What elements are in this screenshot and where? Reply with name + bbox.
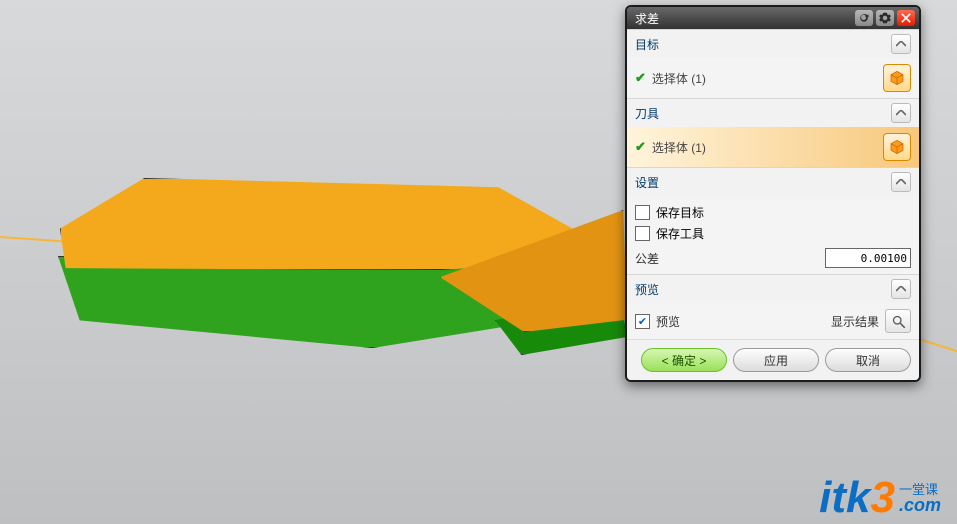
solid-face-orange-side bbox=[440, 210, 627, 332]
dialog-titlebar[interactable]: 求差 bbox=[627, 7, 919, 29]
cancel-button[interactable]: 取消 bbox=[825, 348, 911, 372]
show-result-label: 显示结果 bbox=[831, 313, 879, 330]
keep-target-row[interactable]: 保存目标 bbox=[635, 202, 911, 223]
dialog-button-row: < 确定 > 应用 取消 bbox=[627, 339, 919, 380]
solid-body-icon-button[interactable] bbox=[883, 64, 911, 92]
chevron-up-icon[interactable] bbox=[891, 34, 911, 54]
section-target: 目标 ✔ 选择体 (1) bbox=[627, 29, 919, 98]
subtract-dialog: 求差 目标 ✔ 选择体 (1) bbox=[625, 5, 921, 382]
magnifier-icon bbox=[891, 314, 906, 329]
section-preview-label: 预览 bbox=[635, 281, 891, 298]
watermark: itk3 一堂课 .com bbox=[819, 478, 941, 518]
section-preview-body: ✔ 预览 显示结果 bbox=[627, 303, 919, 339]
watermark-domain: .com bbox=[899, 496, 941, 514]
section-settings-header[interactable]: 设置 bbox=[627, 168, 919, 196]
chevron-up-icon[interactable] bbox=[891, 279, 911, 299]
ok-button[interactable]: < 确定 > bbox=[641, 348, 727, 372]
chevron-up-icon[interactable] bbox=[891, 172, 911, 192]
check-icon: ✔ bbox=[635, 70, 646, 86]
section-tool: 刀具 ✔ 选择体 (1) bbox=[627, 98, 919, 167]
solid-face-green-front bbox=[58, 256, 600, 348]
tolerance-row: 公差 bbox=[635, 244, 911, 268]
chevron-up-icon[interactable] bbox=[891, 103, 911, 123]
keep-tool-row[interactable]: 保存工具 bbox=[635, 223, 911, 244]
section-settings: 设置 保存目标 保存工具 公差 bbox=[627, 167, 919, 274]
solid-face-orange-top bbox=[60, 178, 622, 270]
reset-icon[interactable] bbox=[855, 10, 873, 26]
section-preview: 预览 ✔ 预览 显示结果 bbox=[627, 274, 919, 339]
solid-face-green-side bbox=[495, 295, 627, 355]
axis-line bbox=[0, 236, 70, 243]
watermark-brand-a: itk bbox=[819, 473, 870, 522]
preview-label: 预览 bbox=[656, 313, 825, 330]
section-tool-body: ✔ 选择体 (1) bbox=[627, 127, 919, 167]
section-target-body: ✔ 选择体 (1) bbox=[627, 58, 919, 98]
tool-select-row[interactable]: ✔ 选择体 (1) bbox=[635, 133, 911, 161]
keep-target-label: 保存目标 bbox=[656, 204, 704, 221]
section-tool-header[interactable]: 刀具 bbox=[627, 99, 919, 127]
dialog-title: 求差 bbox=[635, 10, 852, 27]
watermark-brand-b: 3 bbox=[871, 473, 895, 522]
apply-button[interactable]: 应用 bbox=[733, 348, 819, 372]
section-preview-header[interactable]: 预览 bbox=[627, 275, 919, 303]
solid-body-icon-button[interactable] bbox=[883, 133, 911, 161]
close-icon[interactable] bbox=[897, 10, 915, 26]
gear-icon[interactable] bbox=[876, 10, 894, 26]
section-tool-label: 刀具 bbox=[635, 105, 891, 122]
check-icon: ✔ bbox=[635, 139, 646, 155]
tolerance-label: 公差 bbox=[635, 250, 825, 267]
tolerance-input[interactable] bbox=[825, 248, 911, 268]
section-settings-label: 设置 bbox=[635, 174, 891, 191]
preview-checkbox[interactable]: ✔ bbox=[635, 314, 650, 329]
target-select-row[interactable]: ✔ 选择体 (1) bbox=[635, 64, 911, 92]
tool-select-label: 选择体 (1) bbox=[652, 139, 877, 156]
keep-target-checkbox[interactable] bbox=[635, 205, 650, 220]
section-settings-body: 保存目标 保存工具 公差 bbox=[627, 196, 919, 274]
keep-tool-label: 保存工具 bbox=[656, 225, 704, 242]
section-target-header[interactable]: 目标 bbox=[627, 30, 919, 58]
keep-tool-checkbox[interactable] bbox=[635, 226, 650, 241]
section-target-label: 目标 bbox=[635, 36, 891, 53]
show-result-button[interactable] bbox=[885, 309, 911, 333]
target-select-label: 选择体 (1) bbox=[652, 70, 877, 87]
